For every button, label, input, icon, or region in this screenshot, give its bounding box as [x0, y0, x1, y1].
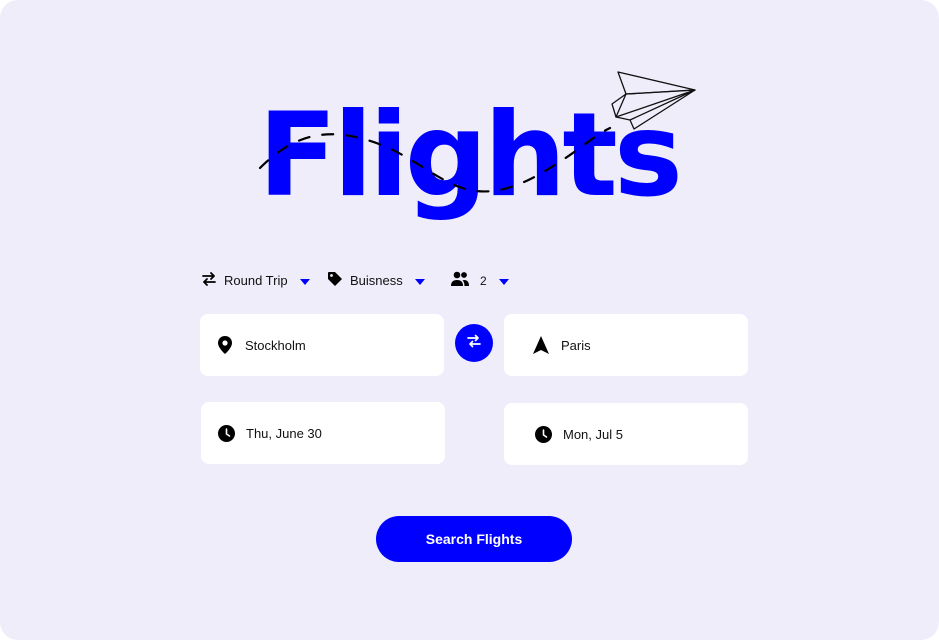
swap-button[interactable]	[455, 324, 493, 362]
caret-down-icon	[498, 273, 509, 288]
navigation-arrow-icon	[532, 336, 550, 354]
destination-field[interactable]: Paris	[504, 314, 748, 376]
return-date-field[interactable]: Mon, Jul 5	[504, 403, 748, 465]
depart-date-field[interactable]: Thu, June 30	[201, 402, 445, 464]
depart-date-value: Thu, June 30	[246, 425, 322, 441]
clock-icon	[534, 425, 552, 443]
flight-search-card: Flights Round Trip Buisness 2 Stockholm …	[0, 0, 939, 640]
paper-plane-icon	[258, 71, 696, 193]
tag-icon	[326, 270, 344, 291]
origin-value: Stockholm	[245, 337, 306, 353]
search-flights-button[interactable]: Search Flights	[376, 516, 572, 562]
cabin-class-label: Buisness	[350, 273, 403, 288]
trip-type-dropdown[interactable]: Round Trip	[200, 270, 320, 291]
flights-logo: Flights	[250, 68, 700, 238]
swap-arrows-icon	[466, 333, 482, 354]
destination-value: Paris	[561, 337, 591, 353]
caret-down-icon	[299, 273, 310, 288]
location-pin-icon	[216, 336, 234, 354]
cabin-class-dropdown[interactable]: Buisness	[326, 270, 436, 291]
round-trip-arrows-icon	[200, 270, 218, 291]
clock-icon	[217, 424, 235, 442]
passengers-count: 2	[480, 273, 487, 288]
passengers-dropdown[interactable]: 2	[450, 270, 530, 291]
origin-field[interactable]: Stockholm	[200, 314, 444, 376]
return-date-value: Mon, Jul 5	[563, 426, 623, 442]
caret-down-icon	[414, 273, 425, 288]
trip-type-label: Round Trip	[224, 273, 288, 288]
people-icon	[450, 270, 470, 291]
